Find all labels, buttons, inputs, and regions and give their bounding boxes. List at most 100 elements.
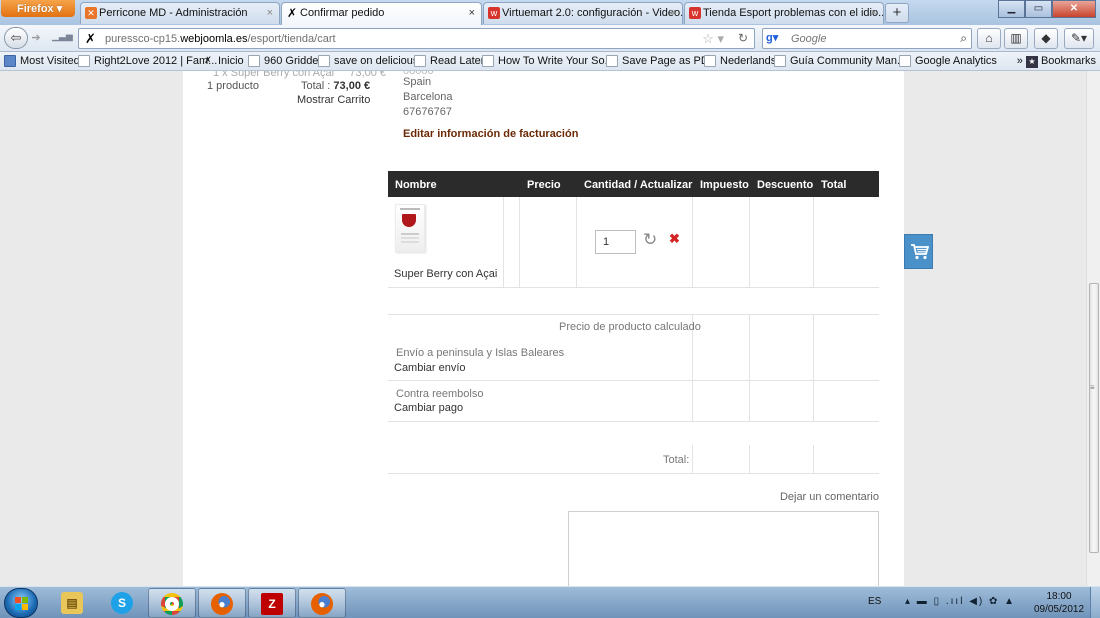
row-divider bbox=[388, 473, 879, 474]
mini-cart-item-cut: 1 x Super Berry con Açai 73,00 € bbox=[213, 71, 387, 79]
site-icon: ✗ bbox=[204, 55, 212, 65]
bookmark-guia-community[interactable]: Guía Community Man... bbox=[774, 55, 906, 67]
mini-cart-total: Total : 73,00 € bbox=[301, 80, 371, 92]
site-identity-icon[interactable]: ✗ bbox=[85, 31, 96, 47]
quantity-input[interactable] bbox=[595, 230, 636, 254]
tab-title: Perricone MD - Administración bbox=[99, 7, 248, 19]
cell-divider bbox=[813, 197, 814, 287]
system-clock[interactable]: 18:00 09/05/2012 bbox=[1030, 590, 1088, 616]
home-icon[interactable]: ⌂ bbox=[977, 28, 1001, 49]
bookmark-save-page-pdf[interactable]: Save Page as PDF bbox=[606, 55, 716, 67]
edit-billing-link[interactable]: Editar información de facturación bbox=[403, 128, 578, 140]
site-icon: ✗ bbox=[286, 6, 298, 20]
cell-divider bbox=[692, 197, 693, 287]
bookmark-read-later[interactable]: Read Later bbox=[414, 55, 484, 67]
taskbar-chrome[interactable] bbox=[148, 588, 196, 618]
search-icon[interactable]: ⌕ bbox=[960, 31, 967, 46]
header-nombre: Nombre bbox=[395, 179, 437, 191]
bookmarks-icon[interactable]: ▥ bbox=[1004, 28, 1028, 49]
taskbar-filezilla[interactable]: Z bbox=[248, 588, 296, 618]
folder-icon bbox=[4, 55, 16, 67]
page-icon bbox=[899, 55, 911, 67]
bookmark-960-gridder[interactable]: 960 Gridder bbox=[248, 55, 322, 67]
address-bar[interactable]: ✗ puressco-cp15.webjoomla.es/esport/tien… bbox=[78, 28, 755, 49]
tab-confirmar-pedido[interactable]: ✗ Confirmar pedido × bbox=[281, 2, 482, 25]
taskbar-firefox-2[interactable]: ● bbox=[298, 588, 346, 618]
tab-tienda-esport[interactable]: w Tienda Esport problemas con el idio...… bbox=[684, 2, 884, 24]
page-scrollbar[interactable]: ≡ bbox=[1086, 71, 1100, 586]
bookmarks-menu[interactable]: » ★ Bookmarks bbox=[1017, 55, 1096, 68]
tab-title: Confirmar pedido bbox=[300, 7, 385, 19]
close-icon[interactable]: × bbox=[670, 7, 676, 19]
chrome-icon bbox=[161, 593, 183, 615]
bookmark-star-icon[interactable]: ☆ ▾ bbox=[702, 31, 724, 47]
close-icon[interactable]: × bbox=[267, 7, 273, 19]
joomla-icon: ✕ bbox=[85, 7, 97, 19]
address-country: Spain bbox=[403, 76, 432, 88]
close-icon[interactable]: × bbox=[871, 7, 877, 19]
scrollbar-grip-icon: ≡ bbox=[1090, 383, 1095, 392]
back-button[interactable]: ⇦ bbox=[4, 27, 28, 49]
tab-virtuemart[interactable]: w Virtuemart 2.0: configuración - Video.… bbox=[483, 2, 683, 24]
show-cart-link[interactable]: Mostrar Carrito bbox=[297, 94, 370, 106]
firefox-icon: ● bbox=[211, 593, 233, 615]
tray-icons[interactable]: ▴ ▬ ▯ .ııl ◀) ✿ ▲ bbox=[905, 596, 1016, 607]
product-logo-icon bbox=[402, 214, 416, 227]
bookmark-google-analytics[interactable]: Google Analytics bbox=[899, 55, 997, 67]
bookmark-save-on-delicious[interactable]: save on delicious bbox=[318, 55, 418, 67]
show-desktop-button[interactable] bbox=[1090, 587, 1100, 618]
page-icon bbox=[606, 55, 618, 67]
page-icon bbox=[414, 55, 426, 67]
taskbar-firefox[interactable]: ● bbox=[198, 588, 246, 618]
taskbar-skype[interactable]: S bbox=[98, 588, 146, 618]
start-button[interactable] bbox=[4, 588, 38, 618]
comment-label: Dejar un comentario bbox=[779, 491, 879, 503]
new-tab-button[interactable]: + bbox=[885, 3, 909, 23]
close-window-button[interactable]: ✕ bbox=[1052, 0, 1096, 18]
payment-method-label: Contra reembolso bbox=[396, 388, 484, 400]
floating-cart-button[interactable] bbox=[904, 234, 933, 269]
address-phone: 67676767 bbox=[403, 106, 452, 118]
address-city: Barcelona bbox=[403, 91, 453, 103]
product-thumbnail[interactable] bbox=[395, 204, 425, 252]
firefox-menu-button[interactable]: Firefox ▾ bbox=[1, 0, 75, 17]
evernote-icon[interactable]: ◆ bbox=[1034, 28, 1058, 49]
bookmarks-toolbar: Most Visited Right2Love 2012 | Fam... ✗ I… bbox=[0, 52, 1100, 71]
google-engine-icon[interactable]: g▾ bbox=[766, 31, 782, 46]
bookmark-right2love[interactable]: Right2Love 2012 | Fam... bbox=[78, 55, 217, 67]
header-impuesto: Impuesto bbox=[700, 179, 749, 191]
language-indicator[interactable]: ES bbox=[868, 596, 881, 607]
bookmark-nederlands[interactable]: Nederlands bbox=[704, 55, 776, 67]
refresh-icon[interactable]: ↻ bbox=[643, 230, 657, 250]
bookmark-inicio[interactable]: ✗ Inicio bbox=[202, 55, 243, 67]
minimize-button[interactable]: ▁ bbox=[998, 0, 1025, 18]
change-shipping-link[interactable]: Cambiar envío bbox=[394, 362, 466, 374]
cell-divider bbox=[749, 445, 750, 473]
order-total-label: Total: bbox=[663, 454, 690, 466]
delete-icon[interactable]: ✖ bbox=[669, 231, 680, 247]
search-bar[interactable]: g▾ ⌕ bbox=[762, 28, 972, 49]
scrollbar-thumb[interactable] bbox=[1089, 283, 1099, 553]
close-icon[interactable]: × bbox=[469, 7, 475, 19]
tab-title: Virtuemart 2.0: configuración - Video... bbox=[502, 7, 683, 19]
taskbar-explorer[interactable]: ▤ bbox=[48, 588, 96, 618]
firefox-icon: ● bbox=[311, 593, 333, 615]
window-titlebar: Firefox ▾ ✕ Perricone MD - Administració… bbox=[0, 0, 1100, 25]
bookmark-how-to-write[interactable]: How To Write Your So... bbox=[482, 55, 614, 67]
search-input[interactable] bbox=[791, 32, 941, 46]
maximize-button[interactable]: ▭ bbox=[1025, 0, 1052, 18]
forward-button[interactable]: ➔ bbox=[28, 30, 44, 47]
page-icon bbox=[78, 55, 90, 67]
cell-divider bbox=[813, 314, 814, 421]
cell-divider bbox=[749, 314, 750, 421]
comment-textarea[interactable] bbox=[568, 511, 879, 586]
product-name[interactable]: Super Berry con Açai bbox=[394, 268, 497, 280]
bookmark-most-visited[interactable]: Most Visited bbox=[4, 55, 80, 67]
skype-icon: S bbox=[111, 592, 133, 614]
cell-divider bbox=[692, 445, 693, 473]
change-payment-link[interactable]: Cambiar pago bbox=[394, 402, 463, 414]
tab-perricone[interactable]: ✕ Perricone MD - Administración × bbox=[80, 2, 280, 24]
cell-divider bbox=[813, 445, 814, 473]
reload-icon[interactable]: ↻ bbox=[738, 31, 748, 45]
addon-icon[interactable]: ✎▾ bbox=[1064, 28, 1094, 49]
